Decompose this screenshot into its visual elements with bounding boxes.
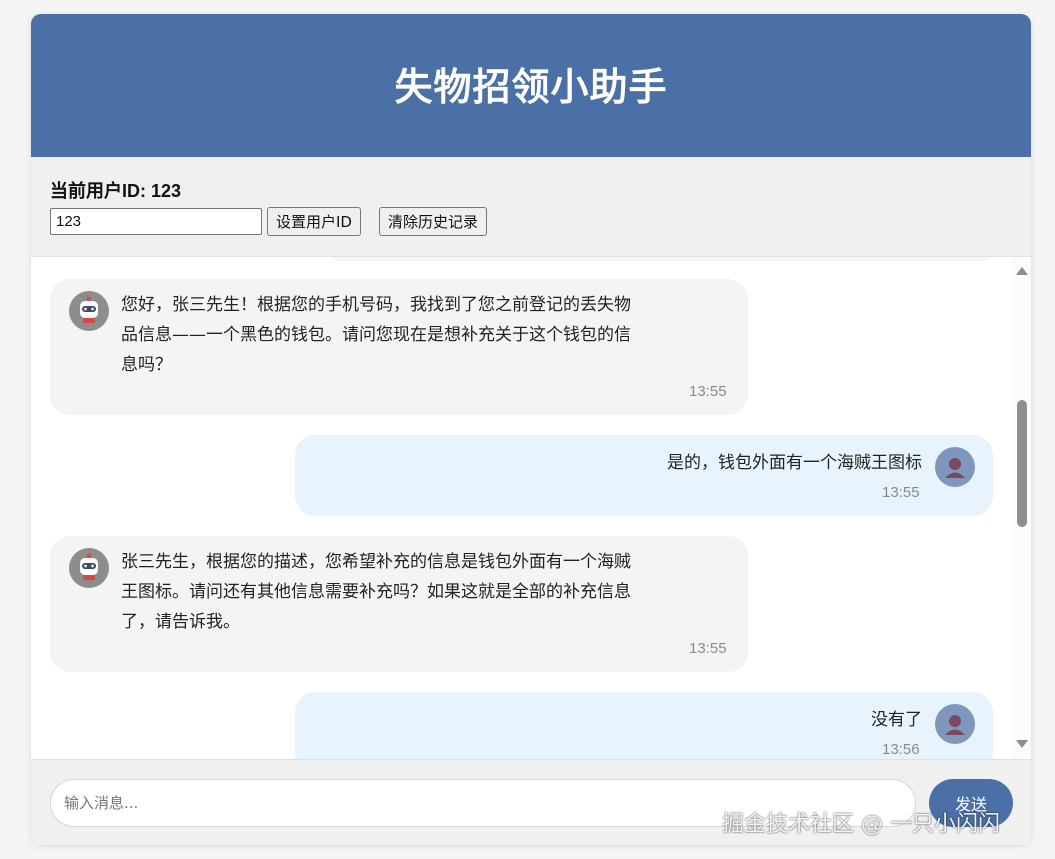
user-icon bbox=[935, 704, 975, 744]
chat-history[interactable]: 您好，张三先生！根据您的手机号码，我找到了您之前登记的丢失物 品信息——一个黑色… bbox=[31, 257, 1031, 759]
page-title: 失物招领小助手 bbox=[394, 65, 668, 109]
message-text: 您好，张三先生！根据您的手机号码，我找到了您之前登记的丢失物 品信息——一个黑色… bbox=[121, 295, 631, 375]
scroll-up-arrow-icon[interactable] bbox=[1016, 267, 1028, 275]
robot-icon bbox=[69, 548, 109, 588]
robot-icon bbox=[69, 291, 109, 331]
scroll-down-arrow-icon[interactable] bbox=[1016, 740, 1028, 748]
message-time: 13:55 bbox=[689, 640, 727, 657]
message-time: 13:55 bbox=[882, 484, 920, 501]
user-message: 没有了 13:56 bbox=[295, 692, 993, 759]
app-header: 失物招领小助手 bbox=[31, 14, 1031, 157]
user-panel: 当前用户ID: 123 设置用户ID 清除历史记录 bbox=[31, 157, 1031, 257]
scroll-thumb[interactable] bbox=[1017, 400, 1027, 527]
bot-message: 张三先生，根据您的描述，您希望补充的信息是钱包外面有一个海贼 王图标。请问还有其… bbox=[50, 536, 748, 672]
user-controls: 设置用户ID 清除历史记录 bbox=[50, 207, 1031, 236]
set-user-id-button[interactable]: 设置用户ID bbox=[267, 207, 361, 236]
message-text: 没有了 bbox=[871, 710, 922, 730]
user-icon bbox=[935, 447, 975, 487]
message-text: 是的，钱包外面有一个海贼王图标 bbox=[667, 453, 922, 473]
message-time: 13:56 bbox=[882, 741, 920, 758]
message-time: 13:55 bbox=[689, 383, 727, 400]
current-user-label: 当前用户ID: 123 bbox=[50, 181, 182, 201]
chat-scrollbar[interactable] bbox=[1013, 257, 1031, 759]
user-id-input[interactable] bbox=[50, 208, 262, 235]
bot-message: 您好，张三先生！根据您的手机号码，我找到了您之前登记的丢失物 品信息——一个黑色… bbox=[50, 279, 748, 415]
clear-history-button[interactable]: 清除历史记录 bbox=[378, 207, 487, 236]
user-message: 是的，钱包外面有一个海贼王图标 13:55 bbox=[295, 435, 993, 516]
message-text: 张三先生，根据您的描述，您希望补充的信息是钱包外面有一个海贼 王图标。请问还有其… bbox=[121, 552, 631, 632]
previous-message-bubble bbox=[331, 257, 991, 261]
watermark: 掘金技术社区 @ 一只小闪闪 bbox=[722, 812, 1000, 837]
chat-app: 失物招领小助手 当前用户ID: 123 设置用户ID 清除历史记录 bbox=[31, 14, 1031, 845]
